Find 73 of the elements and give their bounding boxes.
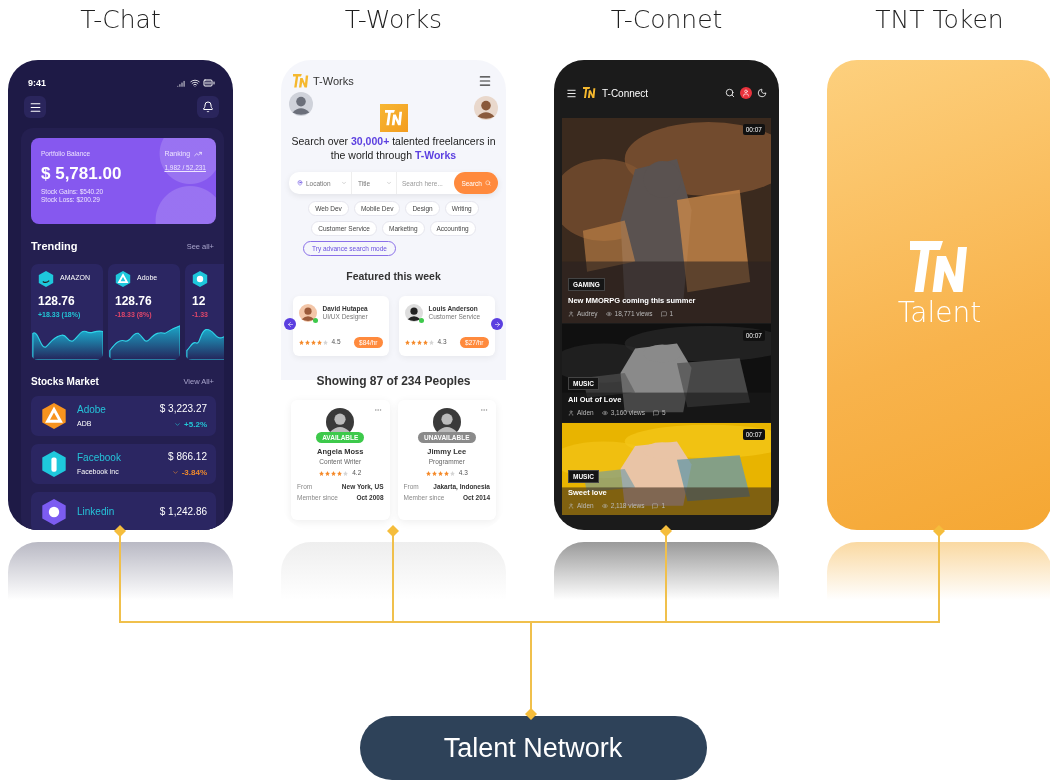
moon-icon[interactable] — [757, 88, 767, 98]
user-icon — [742, 89, 750, 97]
notification-button[interactable] — [197, 96, 219, 118]
menu-icon — [28, 100, 42, 114]
signal-icon — [177, 78, 187, 88]
battery-icon — [203, 77, 215, 89]
comment-icon — [652, 409, 659, 416]
avatar — [289, 92, 313, 116]
logo-mark-icon — [384, 110, 403, 126]
brand-name: T-Works — [313, 75, 354, 87]
brand-logo-icon — [583, 87, 596, 99]
location-pin-icon — [297, 180, 303, 186]
app-title: T-Chat — [79, 4, 162, 36]
junction-marker — [387, 525, 399, 537]
online-dot — [418, 318, 424, 323]
price-change: +5.2% — [184, 419, 207, 430]
company-logo-icon — [115, 270, 131, 287]
logo-text: Talent — [897, 296, 982, 329]
stock-price: 128.76 — [115, 293, 153, 308]
menu-icon[interactable] — [566, 87, 577, 99]
trend-up-icon — [194, 150, 203, 159]
brand-logo-icon — [293, 74, 309, 88]
avatar — [298, 304, 317, 322]
stock-price: 12 — [192, 293, 207, 308]
company-name: Linkedin — [77, 506, 116, 519]
user-icon — [568, 409, 574, 416]
menu-button[interactable] — [24, 96, 46, 118]
section-title: Trending — [31, 240, 78, 254]
section-title: Featured this week — [345, 270, 442, 282]
chevron-icon — [174, 421, 182, 428]
bell-icon — [202, 101, 214, 113]
search-icon[interactable] — [725, 88, 735, 98]
online-dot — [312, 318, 318, 323]
app-title: T-Works — [343, 4, 444, 36]
junction-marker — [525, 708, 537, 720]
stock-row[interactable]: Linkedin $ 1,242.86 — [31, 492, 216, 530]
brand-logo-icon — [909, 241, 970, 292]
company-name: Facebook — [77, 451, 122, 465]
company-logo-icon — [38, 270, 54, 287]
wifi-icon — [190, 78, 200, 88]
status-time: 9:41 — [28, 78, 46, 88]
junction-marker — [933, 525, 945, 537]
junction-marker — [660, 525, 672, 537]
stock-price: $ 1,242.86 — [159, 506, 207, 519]
network-hub: Talent Network — [359, 716, 707, 780]
junction-marker — [114, 525, 126, 537]
section-title: Stocks Market — [31, 375, 99, 389]
balance-amount: $ 5,781.00 — [41, 164, 122, 185]
stock-price: $ 866.12 — [168, 451, 207, 464]
stock-price: 128.76 — [38, 293, 76, 308]
stock-price: $ 3,223.27 — [159, 403, 207, 416]
previous-button[interactable] — [284, 318, 296, 330]
headline: Search over 30,000+ talented freelancers in the world through T-Works — [290, 134, 497, 162]
app-title: T-Connet — [609, 4, 724, 36]
avatar — [404, 304, 423, 322]
company-logo-icon — [192, 270, 208, 287]
company-name: Adobe — [77, 403, 107, 417]
chevron-icon — [386, 180, 392, 186]
avatar — [474, 96, 498, 120]
profile-button[interactable] — [740, 87, 752, 99]
chevron-icon — [171, 469, 179, 476]
arrow-right-icon — [493, 320, 501, 328]
search-icon — [485, 180, 491, 186]
section-title: Showing 87 of 234 Peoples — [315, 374, 472, 388]
app-title: TNT Token — [874, 4, 1005, 36]
eye-icon — [601, 409, 608, 416]
arrow-left-icon — [286, 320, 294, 328]
comment-icon — [652, 502, 659, 509]
price-change: -3.84% — [181, 467, 207, 478]
user-icon — [568, 502, 574, 509]
eye-icon — [601, 502, 608, 509]
brand-name: T-Connect — [602, 87, 649, 99]
chevron-icon — [341, 180, 347, 186]
